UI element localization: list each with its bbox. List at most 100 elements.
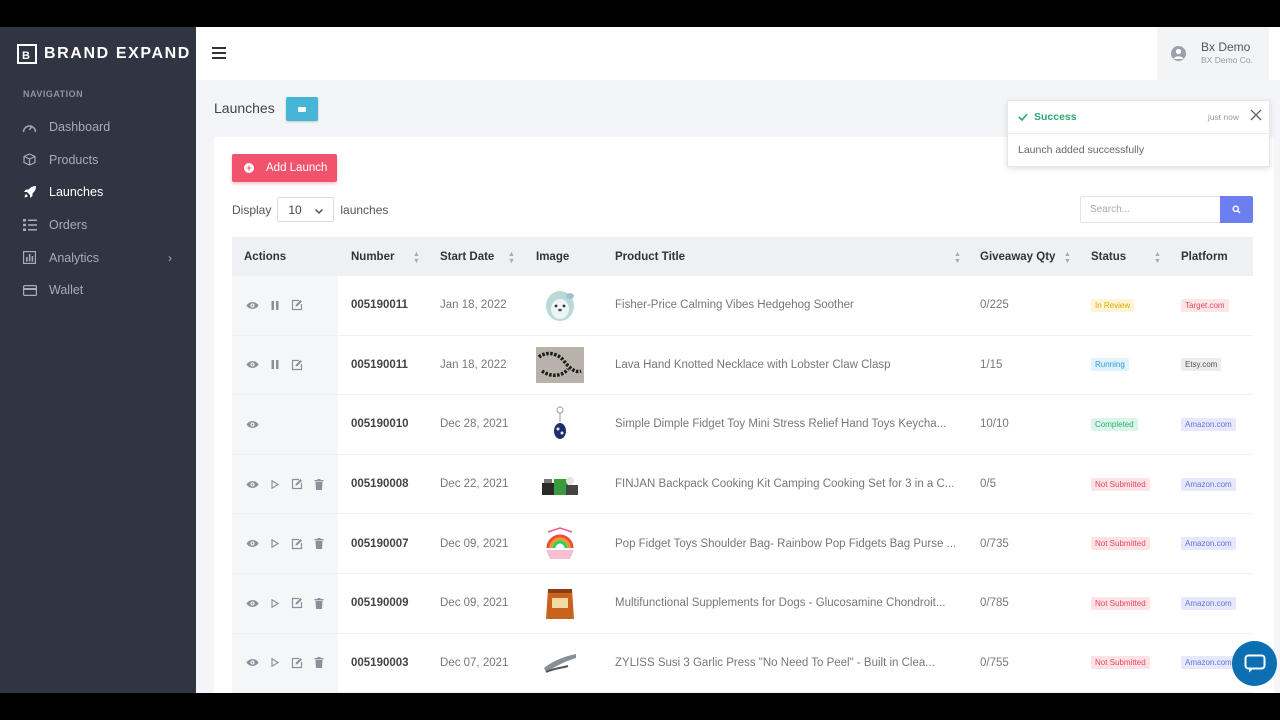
col-status[interactable]: Status [1091, 237, 1126, 276]
eye-icon[interactable] [246, 418, 259, 431]
platform-badge: Amazon.com [1181, 477, 1236, 491]
page-size-select[interactable]: 10 [277, 197, 335, 222]
brand-name: BRAND EXPAND [44, 45, 191, 62]
col-product-title[interactable]: Product Title [615, 237, 685, 276]
status-cell: Not Submitted [1091, 514, 1150, 573]
sidebar-item-label: Dashboard [49, 120, 111, 135]
pause-icon[interactable] [268, 299, 281, 312]
sidebar-item-launches[interactable]: Launches [0, 176, 196, 209]
edit-icon[interactable] [290, 537, 303, 550]
close-icon[interactable] [1249, 108, 1263, 122]
play-icon[interactable] [268, 597, 281, 610]
launch-number: 005190010 [351, 418, 409, 431]
product-image [536, 276, 584, 335]
toast-message: Launch added successfully [1018, 144, 1145, 156]
product-thumbnail [536, 584, 584, 622]
platform-cell: Amazon.com [1181, 574, 1236, 633]
row-actions [246, 276, 303, 335]
product-image [536, 336, 584, 395]
sort-icon[interactable]: ▲ ▼ [1154, 251, 1161, 265]
start-date: Dec 28, 2021 [440, 418, 509, 431]
platform-cell: Target.com [1181, 276, 1229, 335]
platform-cell: Amazon.com [1181, 395, 1236, 454]
product-title[interactable]: Multifunctional Supplements for Dogs - G… [615, 574, 945, 633]
sidebar-item-dashboard[interactable]: Dashboard [0, 111, 196, 144]
status-badge: Not Submitted [1091, 596, 1150, 610]
pause-icon[interactable] [268, 358, 281, 371]
sidebar-item-wallet[interactable]: Wallet [0, 274, 196, 307]
chevron-right-icon: › [168, 250, 172, 265]
platform-badge: Amazon.com [1181, 596, 1236, 610]
play-icon[interactable] [268, 537, 281, 550]
display-label: Display [232, 202, 272, 217]
launch-number: 005190011 [351, 358, 408, 371]
col-giveaway-qty[interactable]: Giveaway Qty [980, 237, 1055, 276]
sidebar-item-label: Wallet [49, 283, 84, 298]
product-title[interactable]: FINJAN Backpack Cooking Kit Camping Cook… [615, 455, 954, 514]
status-cell: Not Submitted [1091, 455, 1150, 514]
sidebar-item-label: Analytics [49, 250, 100, 265]
eye-icon[interactable] [246, 299, 259, 312]
status-cell: Not Submitted [1091, 634, 1150, 693]
row-actions [246, 455, 325, 514]
eye-icon[interactable] [246, 597, 259, 610]
play-icon[interactable] [268, 478, 281, 491]
page-size-value: 10 [288, 202, 302, 217]
col-start-date[interactable]: Start Date [440, 237, 494, 276]
trash-icon[interactable] [312, 478, 325, 491]
sort-icon[interactable]: ▲ ▼ [1064, 251, 1071, 265]
giveaway-qty: 0/735 [980, 537, 1009, 550]
product-title[interactable]: ZYLISS Susi 3 Garlic Press "No Need To P… [615, 634, 935, 693]
sidebar-item-products[interactable]: Products [0, 144, 196, 177]
box-icon [22, 152, 37, 167]
product-title[interactable]: Fisher-Price Calming Vibes Hedgehog Soot… [615, 276, 854, 335]
product-image [536, 514, 584, 573]
sort-icon[interactable]: ▲ ▼ [508, 251, 515, 265]
product-title[interactable]: Lava Hand Knotted Necklace with Lobster … [615, 336, 891, 395]
edit-icon[interactable] [290, 656, 303, 669]
table-row: 005190011 Jan 18, 2022 Fisher-Price Calmin… [232, 276, 1253, 336]
sort-icon[interactable]: ▲ ▼ [413, 251, 420, 265]
user-company: BX Demo Co. [1201, 55, 1253, 65]
col-number[interactable]: Number [351, 237, 394, 276]
play-icon[interactable] [268, 656, 281, 669]
edit-icon[interactable] [290, 358, 303, 371]
edit-icon[interactable] [290, 597, 303, 610]
edit-icon[interactable] [290, 478, 303, 491]
edit-icon[interactable] [290, 299, 303, 312]
search-input[interactable]: Search... [1080, 196, 1221, 223]
check-icon [1018, 113, 1028, 121]
product-title[interactable]: Simple Dimple Fidget Toy Mini Stress Rel… [615, 395, 946, 454]
eye-icon[interactable] [246, 656, 259, 669]
trash-icon[interactable] [312, 597, 325, 610]
trash-icon[interactable] [312, 656, 325, 669]
sidebar-item-analytics[interactable]: Analytics › [0, 241, 196, 274]
brand-logo[interactable]: B BRAND EXPAND [17, 44, 191, 64]
display-suffix: launches [340, 202, 389, 217]
sidebar-item-orders[interactable]: Orders [0, 209, 196, 242]
eye-icon[interactable] [246, 358, 259, 371]
product-thumbnail [536, 346, 584, 384]
add-launch-button[interactable]: + Add Launch [232, 154, 337, 182]
table-row: 005190007 Dec 09, 2021 Pop Fidget Toys Sho… [232, 514, 1253, 574]
product-image [536, 574, 584, 633]
trash-icon[interactable] [312, 537, 325, 550]
sidebar: B BRAND EXPAND NAVIGATION Dashboard Prod… [0, 27, 196, 693]
table-row: 005190008 Dec 22, 2021 FINJAN Backpack Coo… [232, 454, 1253, 515]
nav-heading: NAVIGATION [23, 89, 84, 99]
eye-icon[interactable] [246, 478, 259, 491]
chat-widget-button[interactable] [1232, 641, 1277, 686]
sidebar-item-label: Launches [49, 185, 104, 200]
video-button[interactable] [286, 97, 318, 121]
product-title[interactable]: Pop Fidget Toys Shoulder Bag- Rainbow Po… [615, 514, 956, 573]
menu-toggle-icon[interactable] [212, 47, 226, 59]
giveaway-qty: 1/15 [980, 358, 1003, 371]
eye-icon[interactable] [246, 537, 259, 550]
user-menu[interactable]: Bx Demo BX Demo Co. [1157, 27, 1269, 80]
credit-card-icon [22, 283, 37, 298]
row-actions [246, 395, 259, 454]
sort-icon[interactable]: ▲ ▼ [954, 251, 961, 265]
launch-number: 005190009 [351, 597, 409, 610]
status-badge: Not Submitted [1091, 477, 1150, 491]
search-button[interactable] [1220, 196, 1253, 223]
